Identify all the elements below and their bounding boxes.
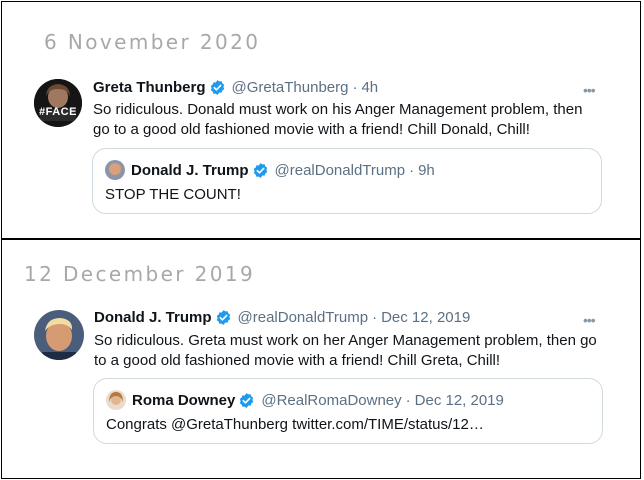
avatar-greta[interactable]: #FACE: [34, 79, 82, 127]
panel-date: 6 November 2020: [44, 30, 261, 54]
quoted-tweet-time: 9h: [418, 161, 435, 179]
author-handle[interactable]: @GretaThunberg: [232, 79, 349, 96]
quoted-tweet-time: Dec 12, 2019: [414, 391, 504, 409]
author-name[interactable]: Donald J. Trump: [94, 309, 212, 326]
quoted-author-handle: @realDonaldTrump: [274, 161, 406, 179]
separator-dot: ·: [352, 79, 358, 96]
tweet-header: Greta Thunberg @GretaThunberg · 4h: [93, 79, 378, 96]
tweet-panel-2019: 12 December 2019 Donald J. Trump @realDo…: [1, 239, 641, 479]
verified-badge-icon: [252, 162, 269, 179]
avatar-trump[interactable]: [34, 310, 84, 360]
quoted-author-name[interactable]: Roma Downey: [132, 392, 235, 409]
tweet-panel-2020: 6 November 2020 #FACE Greta Thunberg @Gr…: [1, 1, 641, 239]
panel-date: 12 December 2019: [24, 262, 256, 286]
separator-dot: ·: [372, 309, 378, 326]
more-options-icon[interactable]: •••: [583, 82, 596, 98]
tweet-header: Donald J. Trump @realDonaldTrump · Dec 1…: [94, 309, 470, 326]
avatar-trump-small: [105, 160, 125, 180]
quoted-tweet-text: STOP THE COUNT!: [105, 186, 241, 203]
tweet-time[interactable]: Dec 12, 2019: [381, 309, 470, 326]
tweet-time[interactable]: 4h: [361, 79, 378, 96]
quoted-author-handle: @RealRomaDowney: [261, 391, 402, 409]
tweet-text-line: go to a good old fashioned movie with a …: [93, 121, 530, 138]
more-options-icon[interactable]: •••: [583, 312, 596, 328]
quoted-tweet-header: Donald J. Trump @realDonaldTrump · 9h: [105, 160, 435, 180]
tweet-text-line: to a good old fashioned movie with a fri…: [94, 352, 501, 369]
verified-badge-icon: [209, 79, 226, 96]
tweet-text-line: So ridiculous. Greta must work on her An…: [94, 332, 597, 349]
quoted-tweet[interactable]: Roma Downey @RealRomaDowney · Dec 12, 20…: [93, 378, 603, 444]
avatar-caption: #FACE: [39, 106, 77, 118]
separator-dot: ·: [405, 391, 411, 409]
quoted-tweet-text: Congrats @GretaThunberg twitter.com/TIME…: [106, 416, 484, 433]
quoted-tweet[interactable]: Donald J. Trump @realDonaldTrump · 9h ST…: [92, 148, 602, 214]
verified-badge-icon: [215, 309, 232, 326]
tweet-text: So ridiculous. Greta must work on her An…: [94, 331, 597, 371]
author-name[interactable]: Greta Thunberg: [93, 79, 206, 96]
verified-badge-icon: [238, 392, 255, 409]
author-handle[interactable]: @realDonaldTrump: [238, 309, 369, 326]
quoted-tweet-header: Roma Downey @RealRomaDowney · Dec 12, 20…: [106, 390, 504, 410]
tweet-text: So ridiculous. Donald must work on his A…: [93, 100, 582, 140]
quoted-author-name[interactable]: Donald J. Trump: [131, 162, 249, 179]
tweet-text-line: So ridiculous. Donald must work on his A…: [93, 101, 583, 118]
separator-dot: ·: [409, 161, 415, 179]
avatar-roma-small: [106, 390, 126, 410]
